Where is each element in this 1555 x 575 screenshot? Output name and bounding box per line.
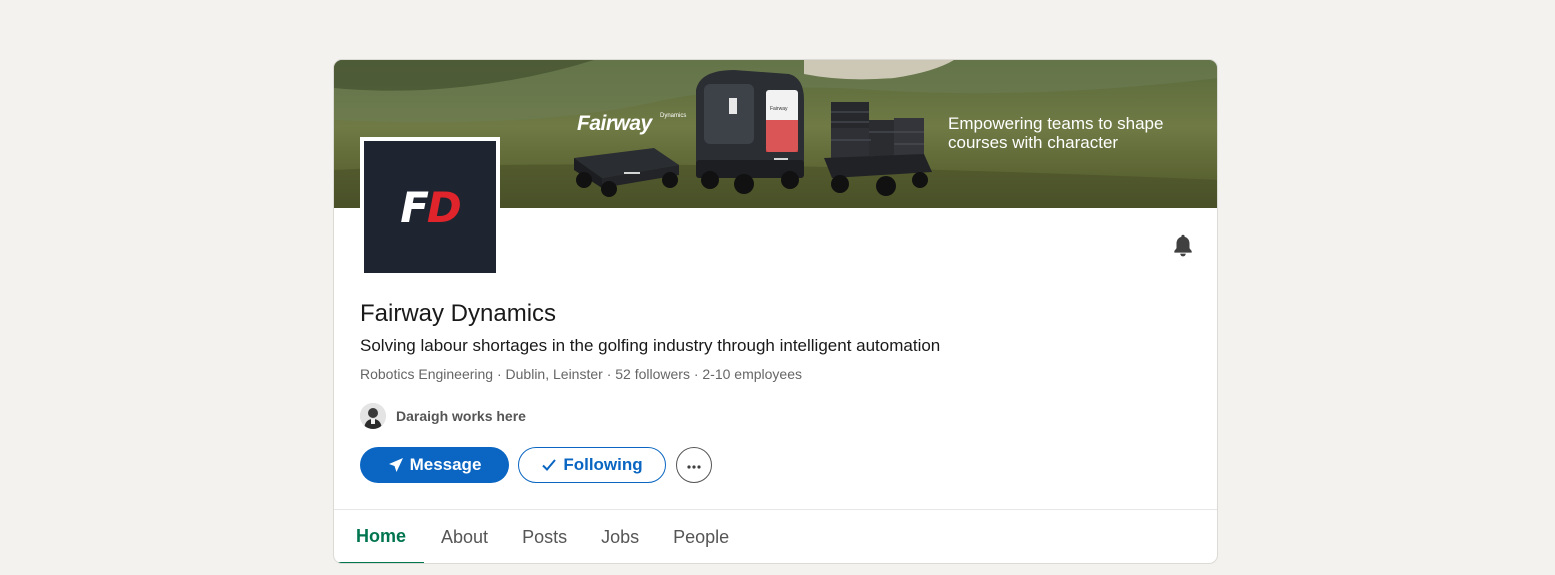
ellipsis-icon (686, 455, 702, 475)
message-label: Message (409, 455, 482, 474)
svg-text:Fairway: Fairway (770, 106, 788, 112)
logo-letter-d: D (426, 182, 462, 232)
following-button[interactable]: Following (518, 447, 666, 483)
company-meta: Robotics Engineering · Dublin, Leinster … (360, 366, 802, 382)
more-options-button[interactable] (676, 447, 712, 483)
tab-about[interactable]: About (424, 510, 505, 563)
tab-posts[interactable]: Posts (505, 510, 584, 563)
crate-robot (824, 102, 932, 196)
connection-insight[interactable]: Daraigh works here (360, 402, 526, 430)
company-name: Fairway Dynamics (360, 300, 557, 327)
logo-mark: FD (364, 141, 496, 273)
tall-robot: Fairway (696, 70, 804, 194)
message-button[interactable]: Message (360, 447, 509, 483)
company-logo[interactable]: FD (360, 137, 500, 277)
send-icon (388, 457, 404, 473)
banner-brand: Fairway (577, 112, 652, 135)
tab-people[interactable]: People (656, 510, 746, 563)
company-card: Fairway Fairway Dynamics Empowering team… (333, 59, 1218, 564)
logo-letter-f: F (400, 182, 429, 232)
banner-brand-sub: Dynamics (660, 113, 687, 119)
checkmark-icon (541, 457, 557, 473)
tab-jobs[interactable]: Jobs (584, 510, 656, 563)
tab-home[interactable]: Home (334, 510, 425, 563)
page-tabs: Home About Posts Jobs People (334, 510, 746, 563)
following-label: Following (563, 455, 643, 474)
bell-icon[interactable] (1170, 232, 1196, 258)
banner-tagline: Empowering teams to shape courses with c… (948, 114, 1164, 152)
works-here-text: Daraigh works here (396, 408, 526, 424)
avatar (360, 403, 386, 429)
company-tagline: Solving labour shortages in the golfing … (360, 336, 941, 355)
